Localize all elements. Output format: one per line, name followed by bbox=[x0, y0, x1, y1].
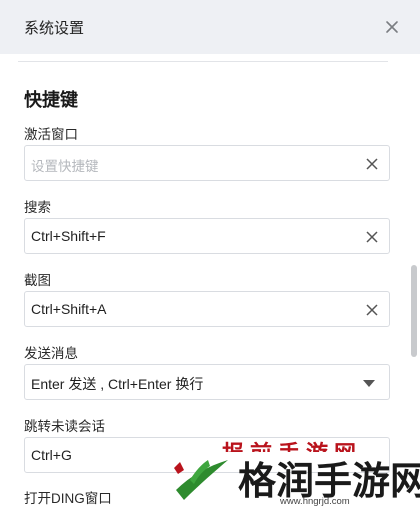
label-search: 搜索 bbox=[24, 200, 51, 215]
label-jump-unread: 跳转未读会话 bbox=[24, 419, 105, 434]
chevron-down-icon[interactable] bbox=[363, 380, 375, 387]
send-message-select[interactable]: Enter 发送 , Ctrl+Enter 换行 bbox=[24, 364, 390, 400]
section-title: 快捷键 bbox=[24, 90, 78, 110]
scrollbar-thumb[interactable] bbox=[411, 265, 417, 357]
label-send-message: 发送消息 bbox=[24, 346, 78, 361]
title-bar: 系统设置 bbox=[0, 0, 420, 54]
send-message-value: Enter 发送 , Ctrl+Enter 换行 bbox=[31, 376, 204, 392]
window-title: 系统设置 bbox=[24, 20, 85, 37]
screenshot-shortcut-input[interactable]: Ctrl+Shift+A bbox=[24, 291, 390, 327]
jump-unread-value: Ctrl+G bbox=[31, 447, 72, 463]
screenshot-shortcut-value: Ctrl+Shift+A bbox=[31, 301, 107, 317]
clear-icon[interactable] bbox=[363, 228, 381, 246]
label-screenshot: 截图 bbox=[24, 273, 51, 288]
activate-window-placeholder: 设置快捷键 bbox=[31, 159, 99, 174]
activate-window-input[interactable]: 设置快捷键 bbox=[24, 145, 390, 181]
watermark: 报前手游网 格润手游网 www.hngrjd.com bbox=[170, 436, 420, 511]
search-shortcut-input[interactable]: Ctrl+Shift+F bbox=[24, 218, 390, 254]
watermark-logo-icon bbox=[174, 460, 228, 500]
label-open-ding: 打开DING窗口 bbox=[24, 491, 112, 506]
clear-icon[interactable] bbox=[363, 155, 381, 173]
search-shortcut-value: Ctrl+Shift+F bbox=[31, 228, 106, 244]
divider bbox=[18, 61, 388, 62]
label-activate-window: 激活窗口 bbox=[24, 127, 78, 142]
clear-icon[interactable] bbox=[363, 301, 381, 319]
watermark-url: www.hngrjd.com bbox=[280, 496, 350, 507]
close-icon[interactable] bbox=[380, 15, 404, 39]
